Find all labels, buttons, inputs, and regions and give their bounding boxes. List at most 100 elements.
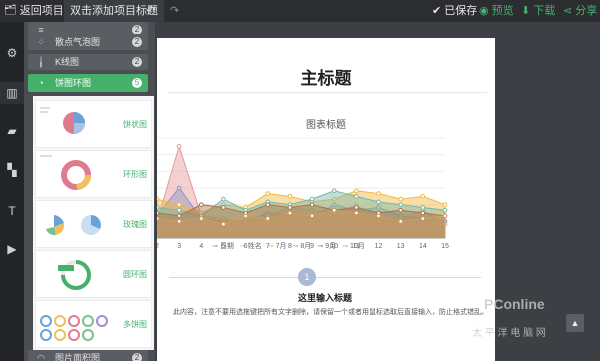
thumbnail-label: 环形图 [123, 170, 147, 179]
chart-title[interactable]: 图表标题 [157, 116, 495, 131]
thumbnail-multi-pie[interactable]: 多饼图 [35, 300, 152, 348]
download-button[interactable]: ⬇ 下载 [521, 0, 555, 22]
ring-thumbnail-icon [40, 155, 91, 190]
preview-button[interactable]: ◉ 预览 [479, 0, 514, 22]
text-icon: T [8, 204, 16, 218]
saved-label: 已保存 [444, 5, 478, 17]
thumbnail-label: 玫瑰图 [123, 220, 147, 229]
data-point[interactable] [376, 199, 381, 205]
data-point[interactable] [331, 188, 337, 194]
category-item-area[interactable]: ◠ 图片面积图 2 [28, 350, 148, 361]
data-point[interactable] [354, 205, 359, 210]
data-point[interactable] [221, 196, 226, 202]
thumbnail-rose[interactable]: 玫瑰图 [35, 200, 152, 248]
data-point[interactable] [176, 219, 182, 224]
data-point[interactable] [157, 196, 160, 202]
data-point[interactable] [265, 191, 271, 196]
data-point[interactable] [442, 213, 448, 219]
legend-item[interactable]: ⊸ 7月 [268, 243, 287, 250]
scroll-top-button[interactable]: ▲ [566, 314, 584, 332]
legend-marker: ⊸ [267, 243, 274, 250]
x-tick-label: 2 [157, 243, 159, 250]
data-point[interactable] [265, 216, 271, 221]
data-point[interactable] [398, 196, 403, 202]
data-point[interactable] [157, 205, 160, 210]
data-point[interactable] [398, 207, 403, 213]
data-point[interactable] [199, 202, 204, 207]
legend-item[interactable]: ⊸ 日期 [212, 243, 234, 250]
numbered-card[interactable]: 1 这里输入标题 此内容，注意不要用选拖键把所有文字删除，请保留一个或者用鼠标选… [169, 268, 485, 317]
data-point[interactable] [420, 216, 426, 221]
data-point[interactable] [287, 210, 293, 216]
data-point[interactable] [287, 194, 293, 199]
video-tool-button[interactable]: ▶ [0, 238, 24, 260]
data-point[interactable] [176, 144, 182, 149]
data-point[interactable] [176, 202, 182, 207]
category-label: 饼图环图 [55, 78, 92, 88]
data-point[interactable] [221, 205, 226, 210]
legend-item[interactable]: ⊸ 8月 [293, 243, 312, 250]
category-item-kline[interactable]: ╽ K线图 2 [28, 54, 148, 70]
settings-button[interactable]: ⚙ [0, 42, 24, 64]
data-point[interactable] [331, 207, 337, 213]
legend-item[interactable]: ⊸ 姓名 [240, 243, 262, 250]
data-point[interactable] [287, 205, 293, 210]
card-top-line [169, 277, 481, 278]
legend-marker: ⊸ [342, 243, 348, 250]
data-point[interactable] [442, 207, 448, 213]
data-point[interactable] [199, 216, 204, 221]
data-point[interactable] [376, 191, 381, 196]
data-point[interactable] [221, 221, 226, 227]
category-label: K线图 [55, 57, 80, 67]
page-title[interactable]: 主标题 [157, 64, 495, 89]
data-point[interactable] [309, 196, 315, 202]
data-point[interactable] [176, 213, 182, 219]
legend-item[interactable]: ⊸ 10月 [342, 243, 365, 250]
data-point[interactable] [354, 188, 359, 194]
data-point[interactable] [420, 205, 426, 210]
category-item-scatter[interactable]: ⁘ 散点气泡图 2 [28, 34, 148, 50]
data-point[interactable] [398, 219, 403, 224]
thumbnail-pie[interactable]: 饼状图 [35, 100, 152, 148]
thumbnail-donut[interactable]: 圆环图 [35, 250, 152, 298]
data-point[interactable] [354, 194, 359, 199]
data-point[interactable] [442, 202, 448, 207]
data-point[interactable] [309, 213, 315, 219]
data-point[interactable] [157, 210, 160, 216]
multi-pie-thumbnail-icon [40, 315, 108, 341]
category-item-pie[interactable]: ◔ 饼图环图 5 [28, 74, 148, 92]
legend-label: 8月 [300, 243, 312, 250]
thumbnail-ring[interactable]: 环形图 [35, 150, 152, 198]
pie-thumbnail-icon [40, 107, 85, 134]
chart-thumbnail-list: 饼状图 环形图 玫瑰图 圆环图 多饼图 [33, 96, 154, 350]
data-point[interactable] [354, 210, 359, 216]
project-title-text: 双击添加项目标题 [70, 5, 158, 17]
pie-icon: ◔ [38, 78, 44, 88]
data-point[interactable] [176, 207, 182, 213]
donut-thumbnail-icon [58, 260, 91, 290]
text-tool-button[interactable]: T [0, 200, 24, 222]
data-point[interactable] [420, 210, 426, 216]
data-point[interactable] [157, 216, 160, 221]
legend-item[interactable]: ⊸ 9月 [317, 243, 336, 250]
data-point[interactable] [398, 202, 403, 207]
chart-tool-button[interactable]: ▥ [0, 82, 24, 104]
redo-icon: ↷ [170, 5, 180, 17]
card-text[interactable]: 此内容，注意不要用选拖键把所有文字删除，请保留一个或者用鼠标选取后直接输入，防止… [173, 307, 485, 317]
data-point[interactable] [376, 213, 381, 219]
share-button[interactable]: ⋖ 分享 [563, 0, 597, 22]
undo-button[interactable]: ↶ [146, 0, 155, 22]
data-point[interactable] [265, 202, 271, 207]
redo-button[interactable]: ↷ [170, 0, 179, 22]
data-point[interactable] [309, 202, 315, 207]
map-tool-button[interactable]: ▰ [0, 120, 24, 142]
map-icon: ▰ [7, 124, 17, 138]
shapes-tool-button[interactable]: ▚ [0, 159, 24, 181]
category-label: 图片面积图 [55, 353, 101, 361]
data-point[interactable] [420, 194, 426, 199]
card-title[interactable]: 这里输入标题 [169, 291, 481, 304]
legend-label: 10月 [349, 243, 365, 250]
data-point[interactable] [243, 213, 248, 219]
legend-label: 日期 [219, 243, 234, 250]
document-page[interactable]: 主标题 图表标题 23456789101112131415 ⊸日期⊸姓名⊸7月⊸… [157, 38, 495, 361]
